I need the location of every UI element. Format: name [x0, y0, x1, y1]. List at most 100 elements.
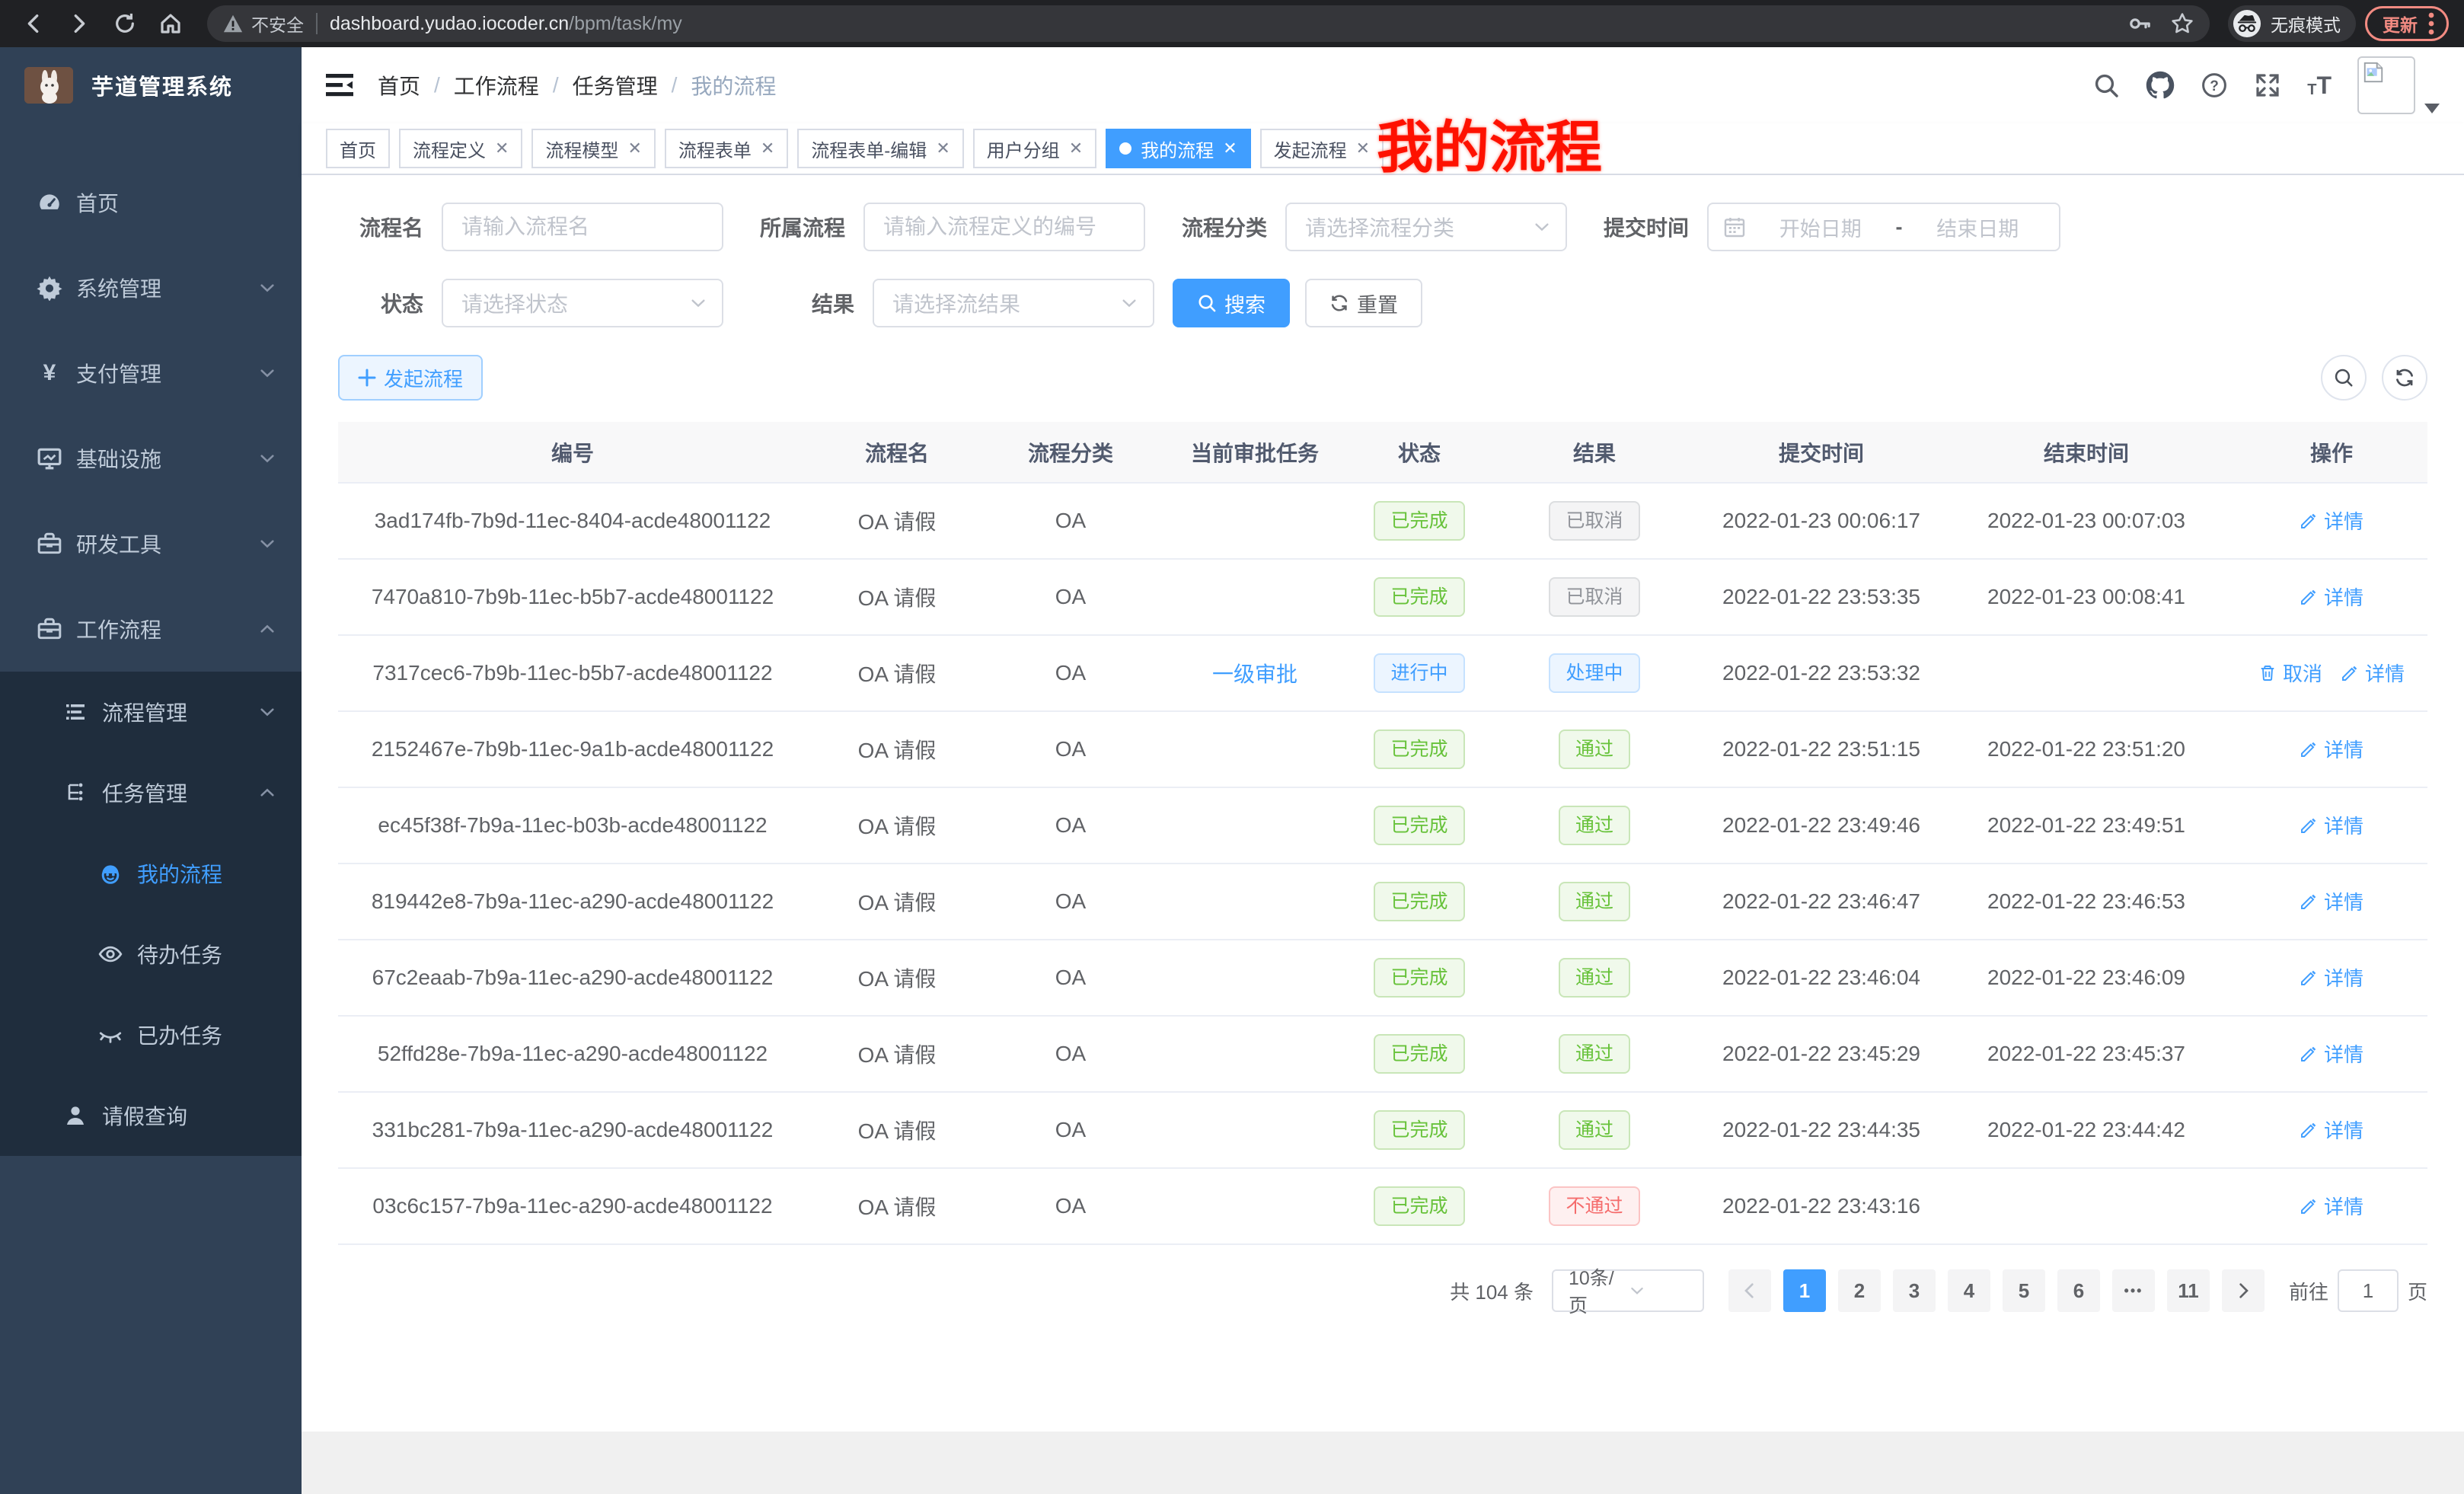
close-icon[interactable]: ✕	[1223, 139, 1237, 158]
tab-home[interactable]: 首页	[326, 129, 390, 168]
close-icon[interactable]: ✕	[1356, 139, 1370, 158]
update-button[interactable]: 更新	[2365, 6, 2449, 41]
page-button-2[interactable]: 2	[1838, 1269, 1881, 1312]
tab-my-process[interactable]: 我的流程✕	[1106, 129, 1250, 168]
collapse-menu-icon[interactable]	[326, 72, 353, 98]
close-icon[interactable]: ✕	[627, 139, 641, 158]
table-row: 7317cec6-7b9b-11ec-b5b7-acde48001122 OA …	[338, 635, 2427, 711]
detail-link[interactable]: 详情	[2300, 887, 2363, 915]
font-size-icon[interactable]: TT	[2307, 73, 2332, 97]
github-icon[interactable]	[2146, 71, 2175, 100]
detail-link[interactable]: 详情	[2300, 1116, 2363, 1144]
sidebar-item-infra[interactable]: 基础设施	[0, 416, 302, 501]
table-row: 2152467e-7b9b-11ec-9a1b-acde48001122 OA …	[338, 711, 2427, 787]
toggle-search-button[interactable]	[2321, 355, 2367, 401]
detail-link[interactable]: 详情	[2300, 506, 2363, 535]
close-icon[interactable]: ✕	[495, 139, 509, 158]
page-button-4[interactable]: 4	[1948, 1269, 1990, 1312]
tab-user-group[interactable]: 用户分组✕	[973, 129, 1096, 168]
detail-link[interactable]: 详情	[2300, 1192, 2363, 1220]
sidebar-item-system[interactable]: 系统管理	[0, 245, 302, 330]
detail-link[interactable]: 详情	[2300, 735, 2363, 763]
result-select[interactable]: 请选择流结果	[873, 279, 1154, 327]
search-icon	[1197, 293, 1217, 313]
avatar[interactable]	[2357, 56, 2415, 114]
sidebar-item-todo-tasks[interactable]: 待办任务	[0, 914, 302, 994]
key-icon[interactable]	[2127, 11, 2152, 36]
bookmark-star-icon[interactable]	[2170, 11, 2194, 36]
sidebar-item-process-mgmt[interactable]: 流程管理	[0, 672, 302, 752]
home-icon[interactable]	[152, 5, 189, 42]
detail-link[interactable]: 详情	[2300, 963, 2363, 991]
forward-icon[interactable]	[61, 5, 97, 42]
sidebar-item-my-process[interactable]: 我的流程	[0, 833, 302, 914]
status-select[interactable]: 请选择状态	[442, 279, 723, 327]
page-button-3[interactable]: 3	[1893, 1269, 1936, 1312]
close-icon[interactable]: ✕	[761, 139, 774, 158]
process-category-select[interactable]: 请选择流程分类	[1285, 203, 1567, 251]
pagination: 共 104 条 10条/页 1 2 3 4 5 6 ••• 11 前往 页	[338, 1269, 2427, 1312]
detail-link[interactable]: 详情	[2300, 811, 2363, 839]
back-icon[interactable]	[15, 5, 52, 42]
status-badge: 已完成	[1374, 882, 1464, 921]
refresh-table-button[interactable]	[2382, 355, 2427, 401]
trash-icon	[2258, 664, 2277, 682]
help-icon[interactable]: ?	[2201, 72, 2228, 99]
tab-start-process[interactable]: 发起流程✕	[1260, 129, 1384, 168]
security-warning-icon[interactable]	[222, 14, 244, 34]
tab-process-model[interactable]: 流程模型✕	[531, 129, 655, 168]
edit-icon	[2300, 816, 2318, 835]
fullscreen-icon[interactable]	[2254, 72, 2281, 99]
end-date-placeholder[interactable]: 结束日期	[1912, 212, 2044, 242]
breadcrumb-task-mgmt[interactable]: 任务管理	[573, 70, 658, 101]
sidebar-item-home[interactable]: 首页	[0, 160, 302, 245]
detail-link[interactable]: 详情	[2300, 1039, 2363, 1068]
sidebar-item-done-tasks[interactable]: 已办任务	[0, 994, 302, 1075]
user-avatar-menu[interactable]	[2357, 56, 2440, 114]
process-name-input[interactable]	[442, 203, 723, 251]
next-page-button[interactable]	[2222, 1269, 2265, 1312]
goto-page-input[interactable]	[2338, 1269, 2399, 1312]
reset-button[interactable]: 重置	[1305, 279, 1422, 327]
result-badge: 不通过	[1549, 1186, 1639, 1226]
cancel-link[interactable]: 取消	[2258, 659, 2322, 687]
process-definition-input[interactable]	[863, 203, 1145, 251]
sidebar-item-devtools[interactable]: 研发工具	[0, 501, 302, 586]
result-badge: 通过	[1559, 882, 1630, 921]
url-text[interactable]: dashboard.yudao.iocoder.cn/bpm/task/my	[330, 13, 682, 35]
app-logo[interactable]: 芋道管理系统	[0, 47, 302, 123]
tab-process-form-edit[interactable]: 流程表单-编辑✕	[797, 129, 963, 168]
col-submit-time: 提交时间	[1706, 422, 1937, 483]
page-button-11[interactable]: 11	[2167, 1269, 2210, 1312]
more-pages-button[interactable]: •••	[2112, 1269, 2155, 1312]
robot-icon	[97, 860, 123, 886]
browser-menu-icon[interactable]	[2428, 11, 2434, 36]
breadcrumb-workflow[interactable]: 工作流程	[454, 70, 539, 101]
tab-process-definition[interactable]: 流程定义✕	[399, 129, 522, 168]
current-task-link[interactable]: 一级审批	[1212, 658, 1297, 688]
detail-link[interactable]: 详情	[2300, 583, 2363, 611]
sidebar-item-task-mgmt[interactable]: 任务管理	[0, 752, 302, 833]
sidebar-item-leave-query[interactable]: 请假查询	[0, 1075, 302, 1156]
sidebar-item-workflow[interactable]: 工作流程	[0, 586, 302, 672]
status-badge: 已完成	[1374, 1034, 1464, 1074]
sidebar: 芋道管理系统 首页 系统管理 ¥ 支付管理	[0, 47, 302, 1494]
header-search-icon[interactable]	[2092, 72, 2120, 99]
close-icon[interactable]: ✕	[936, 139, 950, 158]
tab-process-form[interactable]: 流程表单✕	[665, 129, 788, 168]
start-process-button[interactable]: 发起流程	[338, 355, 483, 401]
reload-icon[interactable]	[107, 5, 143, 42]
start-date-placeholder[interactable]: 开始日期	[1754, 212, 1887, 242]
breadcrumb-home[interactable]: 首页	[378, 70, 420, 101]
submit-time-range-picker[interactable]: 开始日期 - 结束日期	[1707, 203, 2060, 251]
close-icon[interactable]: ✕	[1069, 139, 1083, 158]
detail-link[interactable]: 详情	[2341, 659, 2405, 687]
address-bar[interactable]: 不安全 dashboard.yudao.iocoder.cn/bpm/task/…	[207, 5, 2210, 42]
page-button-5[interactable]: 5	[2003, 1269, 2045, 1312]
page-size-select[interactable]: 10条/页	[1552, 1269, 1704, 1312]
page-button-1[interactable]: 1	[1783, 1269, 1826, 1312]
security-label[interactable]: 不安全	[251, 11, 304, 37]
search-button[interactable]: 搜索	[1173, 279, 1290, 327]
sidebar-item-pay[interactable]: ¥ 支付管理	[0, 330, 302, 416]
page-button-6[interactable]: 6	[2057, 1269, 2100, 1312]
